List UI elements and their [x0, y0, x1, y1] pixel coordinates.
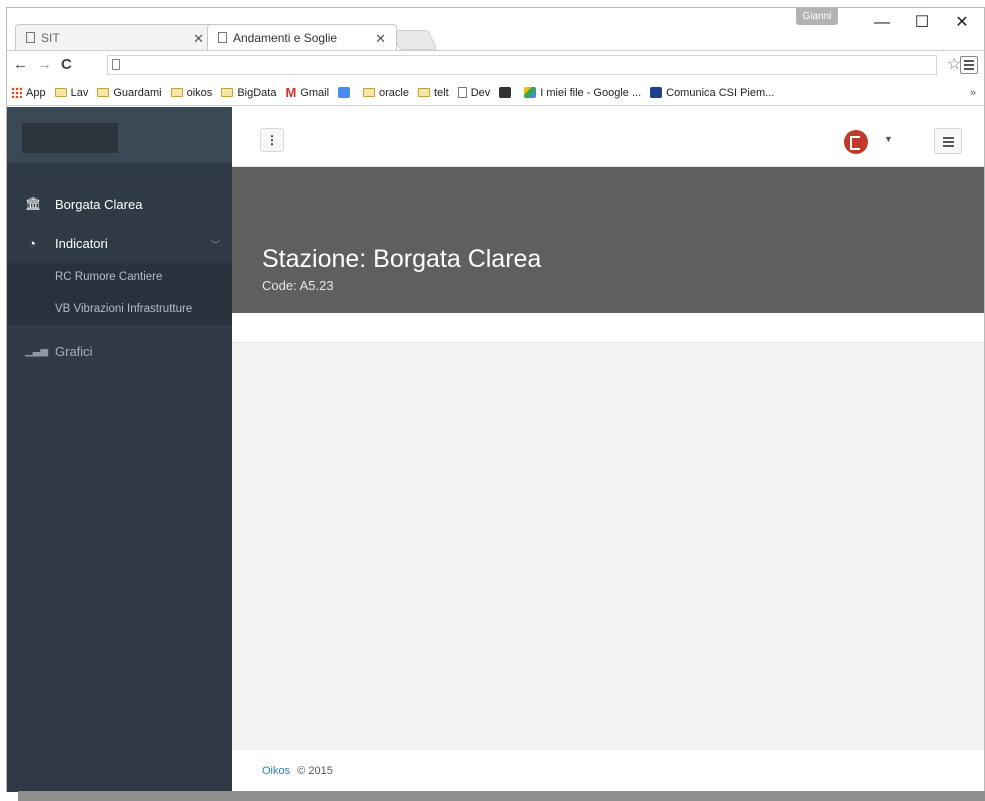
folder-icon [363, 88, 376, 97]
main-content: ⋮ ▼ Stazione: Borgata Clarea Code: A5.23… [232, 107, 984, 792]
bookmark-lav[interactable]: Lav [54, 87, 88, 99]
bookmark-drive[interactable]: I miei file - Google ... [524, 87, 641, 99]
tab-sit[interactable]: SIT ✕ [15, 24, 215, 50]
list-menu-button[interactable] [934, 128, 962, 154]
bookmark-gmail[interactable]: M Gmail [285, 85, 329, 100]
sidebar-item-label: Borgata Clarea [55, 196, 143, 212]
address-bar[interactable] [107, 55, 937, 75]
forward-arrow-icon[interactable]: → [37, 56, 52, 73]
tab-title: SIT [41, 30, 60, 45]
submenu-item-vb[interactable]: VB Vibrazioni Infrastrutture [55, 303, 192, 315]
sidebar-item-indicatori[interactable]: ◔ Indicatori ﹀ [7, 226, 232, 260]
station-code: Code: A5.23 [262, 278, 334, 293]
window-shadow [18, 791, 985, 801]
book-icon [499, 87, 512, 98]
sidebar-header [7, 107, 232, 163]
close-icon[interactable]: ✕ [193, 31, 204, 47]
bookmark-app[interactable]: App [11, 87, 46, 99]
bar-chart-icon: ▁▃▅ [25, 345, 49, 357]
page-icon [457, 87, 467, 98]
subheader-strip [232, 313, 984, 343]
user-brand-icon[interactable] [844, 130, 868, 154]
browser-toolbar: ← → C ☆ [7, 50, 984, 80]
bookmark-telt[interactable]: telt [418, 87, 449, 99]
bookmark-oikos[interactable]: oikos [170, 87, 212, 99]
new-tab-button[interactable] [390, 30, 438, 50]
google-drive-icon [524, 87, 537, 98]
footer: Oikos © 2015 [232, 749, 984, 792]
footer-copyright: © 2015 [297, 765, 333, 777]
maximize-button[interactable]: ☐ [907, 12, 937, 34]
bookmark-translate[interactable] [338, 87, 354, 98]
close-icon[interactable]: ✕ [375, 31, 386, 47]
footer-brand-link[interactable]: Oikos [262, 765, 290, 777]
back-arrow-icon[interactable]: ← [13, 56, 28, 73]
folder-icon [170, 88, 183, 97]
sidebar: 🏛 Borgata Clarea ◔ Indicatori ﹀ RC Rumor… [7, 107, 232, 792]
submenu-item-rc[interactable]: RC Rumore Cantiere [55, 271, 162, 283]
tab-title: Andamenti e Soglie [233, 30, 338, 45]
folder-icon [97, 88, 110, 97]
chevron-down-icon: ﹀ [210, 240, 220, 250]
sidebar-item-label: Indicatori [55, 235, 108, 251]
app-area: 🏛 Borgata Clarea ◔ Indicatori ﹀ RC Rumor… [7, 107, 984, 792]
close-window-button[interactable]: ✕ [947, 12, 977, 34]
caret-down-icon[interactable]: ▼ [884, 134, 893, 144]
bookmark-guardami[interactable]: Guardami [97, 87, 162, 99]
uc-icon [650, 87, 663, 98]
profile-badge[interactable]: Gianni [796, 8, 838, 25]
tab-andamenti[interactable]: Andamenti e Soglie ✕ [207, 24, 397, 50]
sidebar-item-label: Grafici [55, 343, 93, 359]
folder-icon [418, 88, 430, 97]
folder-icon [54, 88, 67, 97]
bookmark-bigdata[interactable]: BigData [221, 87, 276, 99]
bookmarks-bar: App Lav Guardami oikos BigData M Gmail or… [7, 80, 984, 106]
sidebar-item-grafici[interactable]: ▁▃▅ Grafici [7, 334, 232, 368]
bookmark-dev[interactable]: Dev [457, 87, 490, 99]
translate-icon [338, 87, 351, 98]
browser-window: SIT ✕ Andamenti e Soglie ✕ Gianni — ☐ ✕ … [6, 7, 985, 792]
station-banner: Stazione: Borgata Clarea Code: A5.23 [232, 167, 984, 313]
chrome-menu-icon[interactable] [960, 56, 978, 74]
bookmarks-overflow-icon[interactable]: » [970, 87, 976, 99]
page-icon [218, 32, 227, 43]
folder-icon [221, 88, 234, 97]
page-title: Stazione: Borgata Clarea [262, 245, 542, 273]
page-icon [112, 59, 120, 70]
logo[interactable] [22, 123, 118, 153]
top-navbar: ⋮ ▼ [232, 107, 984, 167]
bookmark-book[interactable] [499, 87, 515, 98]
kebab-menu-button[interactable]: ⋮ [260, 128, 284, 152]
gmail-icon: M [285, 85, 297, 100]
bookmark-oracle[interactable]: oracle [363, 87, 409, 99]
reload-icon[interactable]: C [61, 56, 72, 73]
apps-grid-icon [11, 87, 22, 98]
dashboard-gauge-icon: ◔ [28, 235, 36, 251]
minimize-button[interactable]: — [867, 12, 897, 34]
bookmark-comunica[interactable]: Comunica CSI Piem... [650, 87, 774, 99]
tab-strip: SIT ✕ Andamenti e Soglie ✕ Gianni — ☐ ✕ [7, 8, 984, 50]
sidebar-item-station[interactable]: 🏛 Borgata Clarea [7, 187, 232, 221]
bank-icon: 🏛 [25, 196, 42, 211]
indicatori-submenu: RC Rumore Cantiere VB Vibrazioni Infrast… [7, 263, 232, 325]
page-icon [26, 32, 35, 43]
